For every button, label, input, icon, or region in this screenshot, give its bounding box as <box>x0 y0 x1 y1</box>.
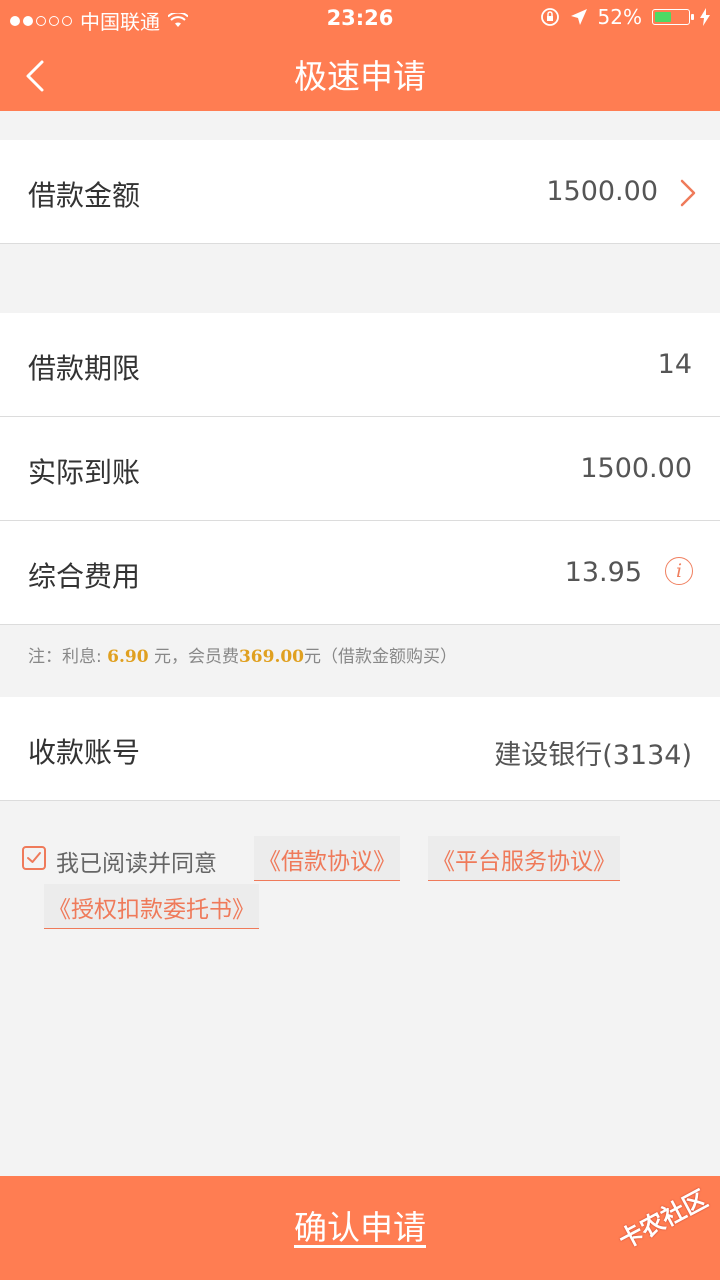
orientation-lock-icon <box>540 8 559 26</box>
loan-amount-value: 1500.00 <box>546 176 658 207</box>
receiving-account-row[interactable]: 收款账号 建设银行(3134) <box>0 697 720 801</box>
total-fee-value: 13.95 <box>564 557 642 588</box>
loan-term-row: 借款期限 14 <box>0 313 720 417</box>
received-amount-row: 实际到账 1500.00 <box>0 417 720 521</box>
loan-term-value: 14 <box>657 349 692 380</box>
fee-note-mid: 元，会员费 <box>148 647 239 667</box>
loan-details-section: 借款期限 14 实际到账 1500.00 综合费用 13.95 i <box>0 313 720 625</box>
received-amount-value: 1500.00 <box>580 453 692 484</box>
page-title: 极速申请 <box>294 57 426 96</box>
receiving-account-label: 收款账号 <box>28 736 141 769</box>
charging-bolt-icon <box>700 8 710 26</box>
battery-percent: 52% <box>597 5 642 29</box>
confirm-apply-label: 确认申请 <box>294 1208 426 1247</box>
status-right: 52% <box>540 5 710 29</box>
chevron-right-icon <box>680 179 696 207</box>
total-fee-label: 综合费用 <box>28 560 141 593</box>
platform-service-agreement-link[interactable]: 《平台服务协议》 <box>428 836 620 881</box>
location-arrow-icon <box>570 9 587 25</box>
account-section: 收款账号 建设银行(3134) <box>0 697 720 801</box>
fee-note-prefix: 注：利息: <box>28 647 108 667</box>
fee-note: 注：利息: 6.90 元，会员费369.00元（借款金额购买） <box>28 642 457 667</box>
info-icon[interactable]: i <box>665 557 693 585</box>
total-fee-row: 综合费用 13.95 i <box>0 521 720 625</box>
confirm-apply-button[interactable]: 确认申请 <box>0 1176 720 1280</box>
deduction-authorization-link[interactable]: 《授权扣款委托书》 <box>44 884 259 929</box>
received-amount-label: 实际到账 <box>28 456 141 489</box>
receiving-account-value: 建设银行(3134) <box>494 740 692 771</box>
loan-amount-row[interactable]: 借款金额 1500.00 <box>0 140 720 244</box>
battery-icon <box>652 9 694 25</box>
agreement-text: 我已阅读并同意 <box>56 851 217 877</box>
interest-amount: 6.90 <box>107 647 149 667</box>
member-fee-amount: 369.00 <box>238 647 305 667</box>
status-bar: 中国联通 23:26 52% <box>0 0 720 36</box>
checkmark-icon <box>27 852 41 863</box>
fee-note-suffix: 元（借款金额购买） <box>304 647 458 667</box>
loan-amount-section: 借款金额 1500.00 <box>0 140 720 244</box>
loan-agreement-link[interactable]: 《借款协议》 <box>254 836 400 881</box>
loan-term-label: 借款期限 <box>28 352 141 385</box>
agreement-checkbox[interactable] <box>22 846 46 870</box>
nav-bar: 极速申请 <box>0 36 720 111</box>
loan-amount-label: 借款金额 <box>28 179 141 212</box>
